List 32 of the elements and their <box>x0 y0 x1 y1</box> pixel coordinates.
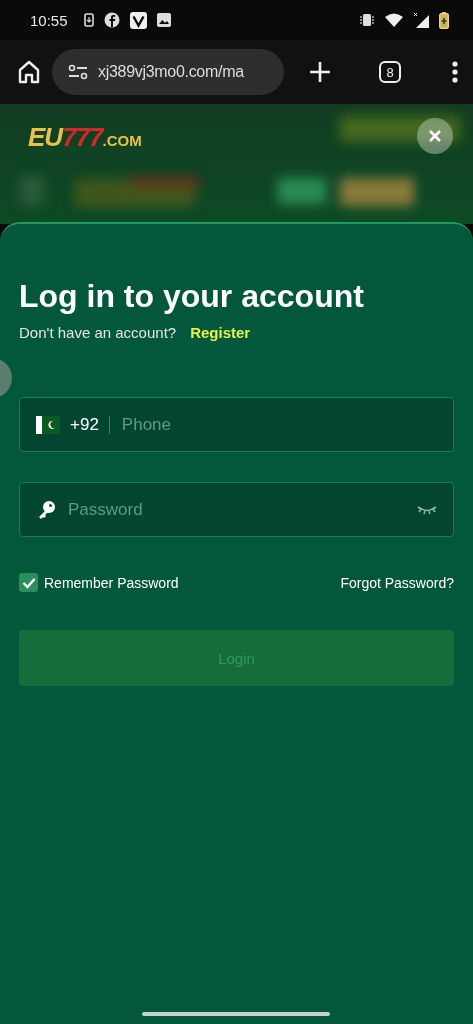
page-title: Log in to your account <box>19 277 365 316</box>
signal-icon <box>413 12 429 28</box>
url-text: xj389vj3mo0.com/ma <box>98 63 244 81</box>
address-bar[interactable]: xj389vj3mo0.com/ma <box>52 49 284 95</box>
close-button[interactable] <box>417 118 453 154</box>
new-tab-button[interactable] <box>309 61 331 83</box>
clock-time: 10:55 <box>30 11 68 29</box>
register-link[interactable]: Register <box>190 324 251 341</box>
f-circle-icon <box>103 12 120 28</box>
site-logo: EU777.COM <box>28 122 142 153</box>
closed-eye-icon[interactable] <box>417 503 437 516</box>
image-icon <box>156 13 171 27</box>
close-icon[interactable] <box>428 129 442 143</box>
menu-button[interactable] <box>451 60 459 84</box>
battery-icon <box>439 11 449 29</box>
v-square-icon <box>129 11 147 29</box>
flag-icon <box>36 415 60 434</box>
home-button[interactable] <box>16 59 42 85</box>
checkmark-icon <box>21 576 36 589</box>
site-settings-icon[interactable] <box>68 64 88 80</box>
password-input[interactable]: Password <box>66 498 407 521</box>
country-code[interactable]: +92 <box>70 414 99 435</box>
remember-checkbox[interactable]: Remember Password <box>19 573 179 592</box>
phone-field[interactable]: +92 Phone <box>19 397 454 452</box>
vibrate-icon <box>359 13 375 27</box>
forgot-password-link[interactable]: Forgot Password? <box>340 574 454 591</box>
password-field[interactable]: Password <box>19 482 454 537</box>
tab-count-button[interactable]: 8 <box>379 61 401 83</box>
signup-prompt: Don't have an account? <box>19 324 177 341</box>
phone-input[interactable]: Phone <box>119 413 437 436</box>
wifi-icon <box>385 13 403 27</box>
phone-download-icon <box>83 13 94 27</box>
